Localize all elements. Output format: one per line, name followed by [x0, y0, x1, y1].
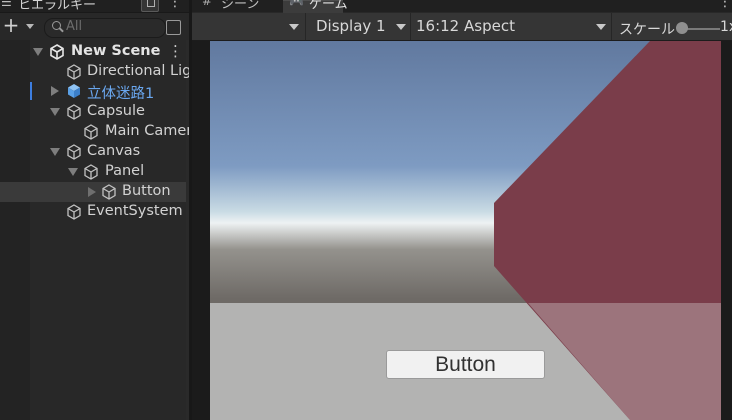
hierarchy-item-label: EventSystem	[87, 203, 183, 219]
search-input[interactable]	[44, 18, 166, 38]
scene-grid-icon: #	[202, 0, 213, 8]
display-label: Display 1	[316, 17, 386, 35]
scale-label: スケール	[619, 22, 675, 38]
hierarchy-menu-icon[interactable]: ⋮	[168, 0, 182, 10]
gameobject-icon	[102, 184, 116, 200]
gameobject-icon	[84, 164, 98, 180]
scene-menu-icon[interactable]: ⋮	[168, 42, 183, 60]
search-placeholder: All	[66, 19, 83, 34]
hierarchy-item-label: Canvas	[87, 143, 141, 159]
game-view[interactable]: Button	[210, 41, 721, 420]
chevron-down-icon	[289, 24, 299, 30]
gameobject-icon	[67, 64, 81, 80]
hierarchy-gutter	[0, 40, 30, 420]
add-button[interactable]: +	[0, 15, 24, 37]
chevron-down-icon	[396, 24, 406, 30]
prefab-icon	[68, 84, 80, 98]
expand-arrow-icon[interactable]	[88, 187, 96, 197]
tab-game-label: ゲーム	[309, 0, 348, 12]
hierarchy-item-panel[interactable]: Panel	[30, 162, 186, 182]
tab-scene[interactable]: シーン	[221, 0, 259, 12]
hierarchy-item-button[interactable]: Button	[0, 182, 186, 202]
expand-arrow-icon[interactable]	[51, 86, 59, 96]
view-menu-icon[interactable]: ⋮	[718, 0, 732, 10]
hierarchy-item-capsule[interactable]: Capsule	[30, 102, 186, 122]
chevron-down-icon	[596, 24, 606, 30]
hierarchy-item-directional-light[interactable]: Directional Lig	[30, 62, 191, 82]
toolbar-separator	[611, 13, 612, 40]
hierarchy-item-label: 立体迷路1	[87, 86, 155, 102]
hierarchy-item-label: Capsule	[87, 103, 145, 119]
expand-arrow-icon[interactable]	[68, 168, 78, 176]
hierarchy-item-canvas[interactable]: Canvas	[30, 142, 186, 162]
hierarchy-item-eventsystem[interactable]: EventSystem	[30, 202, 186, 222]
gameobject-icon	[67, 144, 81, 160]
hierarchy-item-label: New Scene	[71, 43, 161, 59]
view-tabbar	[192, 0, 732, 12]
aspect-label: 16:12 Aspect	[416, 17, 515, 35]
hierarchy-item-label: Directional Lig	[87, 63, 192, 79]
hierarchy-item-maze[interactable]: 立体迷路1	[30, 81, 186, 102]
expand-arrow-icon[interactable]	[50, 148, 60, 156]
gameobject-icon	[67, 204, 81, 220]
game-ui-button[interactable]: Button	[386, 350, 545, 379]
gameobject-icon	[67, 104, 81, 120]
list-icon: ☰	[1, 0, 12, 9]
hierarchy-item-new-scene[interactable]: New Scene ⋮	[30, 42, 186, 62]
hierarchy-item-label: Main Camer	[105, 123, 193, 139]
add-dropdown-icon[interactable]	[26, 24, 34, 30]
hierarchy-item-label: Panel	[105, 163, 145, 179]
scale-value: 1x	[720, 19, 732, 35]
expand-arrow-icon[interactable]	[50, 108, 60, 116]
gamepad-icon: 🎮	[289, 0, 304, 8]
lock-icon[interactable]	[141, 0, 159, 12]
scale-slider-knob[interactable]	[676, 22, 688, 34]
hierarchy-tab-label: ヒエラルキー	[18, 0, 97, 13]
hierarchy-item-label: Button	[122, 183, 171, 199]
maze-wall-reflection	[528, 303, 721, 420]
unity-scene-icon	[50, 44, 64, 60]
gameobject-icon	[84, 124, 98, 140]
search-filter-icon[interactable]	[166, 20, 181, 35]
expand-arrow-icon[interactable]	[33, 48, 43, 56]
hierarchy-item-main-camera[interactable]: Main Camer	[30, 122, 192, 142]
